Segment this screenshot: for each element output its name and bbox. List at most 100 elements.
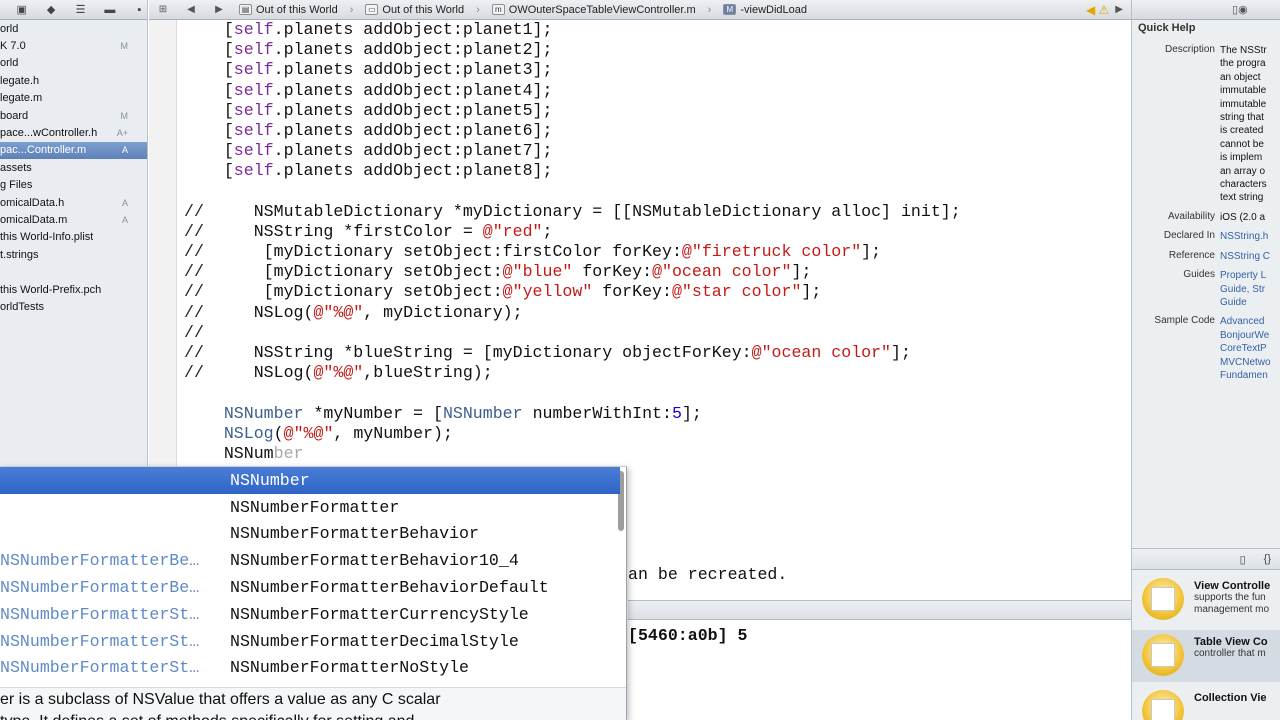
code-line[interactable]: [self.planets addObject:planet3]; [184,60,961,80]
diamond-icon[interactable]: ◆ [43,3,58,16]
navigator-item-label: omicalData.m [0,213,68,226]
breadcrumb-file[interactable]: m OWOuterSpaceTableViewController.m › [486,4,718,16]
navigator-item[interactable]: g Files [0,177,147,194]
quick-help-value[interactable]: NSString.h [1220,230,1268,243]
scm-status-badge: A+ [116,128,128,139]
navigator-item[interactable]: orld [0,55,147,72]
completion-item[interactable]: NSNumberFormatter [0,494,620,521]
quick-help-label: Description [1164,44,1215,55]
navigator-item-label: board [0,109,29,122]
quick-help-value[interactable]: Property L Guide, Str Guide [1220,269,1266,309]
code-line[interactable]: [self.planets addObject:planet8]; [184,161,961,181]
navigator-item[interactable]: omicalData.h A [0,194,147,211]
code-line[interactable]: [self.planets addObject:planet5]; [184,101,961,121]
quick-help-value-line: NSString C [1220,250,1271,262]
quick-help-icon[interactable]: ◉ [1238,3,1248,16]
code-line[interactable] [184,383,961,403]
navigator-item[interactable]: assets [0,159,147,176]
quick-help-value-line: BonjourWe [1220,329,1270,341]
completion-item[interactable]: NSNumberFormatterSt… NSNumberFormatterNoS… [0,655,620,682]
completion-name: NSNumberFormatterCurrencyStyle [230,604,529,624]
completion-description: er is a subclass of NSValue that offers … [0,687,626,720]
code-line[interactable]: [self.planets addObject:planet4]; [184,81,961,101]
quick-help-value-line: is created [1220,125,1264,137]
quick-help-value-line: The NSStr [1220,45,1267,56]
navigator-item[interactable]: orld [0,20,147,37]
navigator-item[interactable]: board M [0,107,147,124]
code-line[interactable]: [self.planets addObject:planet2]; [184,40,961,60]
library-item-text: Table View Co controller that m [1194,630,1268,660]
code-line[interactable]: [self.planets addObject:planet7]; [184,141,961,161]
navigator-item-label: orld [0,22,19,35]
quick-help-value-line: immutable [1220,85,1267,97]
library-item-title: View Controlle [1194,580,1271,592]
navigator-toolbar: ▣ ◆ ☰ ▬ ▪ [0,0,147,20]
code-line[interactable]: // NSString *blueString = [myDictionary … [184,343,961,363]
code-line[interactable]: NSLog(@"%@", myNumber); [184,424,961,444]
forward-icon[interactable]: ▶ [205,4,233,15]
library-item[interactable]: Collection Vie [1132,686,1280,720]
next-issue-icon[interactable]: ▶ [1115,4,1131,15]
library-item[interactable]: View Controlle supports the fun management… [1132,574,1280,626]
back-icon[interactable]: ◀ [177,4,205,15]
completion-item[interactable]: NSNumber [0,467,620,494]
quick-help-value-line: string that [1220,112,1264,124]
navigator-item[interactable]: pace...wController.h A+ [0,124,147,141]
navigator-item[interactable]: K 7.0 M [0,37,147,54]
quick-help-label: Reference [1168,249,1215,261]
navigator-item[interactable]: t.strings [0,246,147,263]
completion-item[interactable]: NSNumberFormatterSt… NSNumberFormatterCur… [0,601,620,628]
quick-help-value[interactable]: NSString C [1220,250,1270,263]
completion-name: NSNumberFormatter [230,497,400,517]
code-line[interactable]: [self.planets addObject:planet6]; [184,121,961,141]
completion-item[interactable]: NSNumberFormatterBe… NSNumberFormatterBeh… [0,574,620,601]
file-template-icon[interactable]: ▯ [1240,553,1246,566]
navigator-item[interactable]: this World-Prefix.pch [0,281,147,298]
breadcrumb-folder[interactable]: ▭ Out of this World › [359,4,485,16]
navigator-item[interactable]: orldTests [0,298,147,315]
code-text[interactable]: [self.planets addObject:planet1]; [self.… [184,20,961,464]
completion-item[interactable]: NSNumberFormatterBe… NSNumberFormatterBeh… [0,547,620,574]
code-line[interactable]: // [184,323,961,343]
navigator-item-label: pac...Controller.m [0,144,87,157]
current-typing-line[interactable]: NSNumber [184,444,961,464]
scm-status-badge: A [121,214,128,225]
code-line[interactable]: // [myDictionary setObject:firstColor fo… [184,242,961,262]
code-line[interactable]: [self.planets addObject:planet1]; [184,20,961,40]
folder-icon: ▭ [365,4,379,15]
library-item[interactable]: Table View Co controller that m [1132,630,1280,682]
navigator-item[interactable]: omicalData.m A [0,211,147,228]
warning-icon[interactable]: ◀ ⚠ [1086,3,1115,17]
library-item-text: Collection Vie [1194,686,1267,716]
completion-item[interactable]: NSNumberFormatterSt… NSNumberFormatterDec… [0,628,620,655]
comment-icon[interactable]: ▪ [132,4,147,16]
code-line[interactable]: // NSString *firstColor = @"red"; [184,222,961,242]
list-icon[interactable]: ☰ [73,3,88,16]
library-item-text: View Controlle supports the fun management… [1194,574,1270,616]
completion-type: NSNumberFormatterSt… [0,658,200,678]
debug-bar [628,600,1131,620]
code-line[interactable]: // [myDictionary setObject:@"yellow" for… [184,282,961,302]
navigator-item[interactable]: legate.m [0,90,147,107]
navigator-item[interactable]: pac...Controller.m A [0,141,147,160]
completion-name: NSNumberFormatterBehaviorDefault [230,578,549,598]
breadcrumb-method[interactable]: M -viewDidLoad [717,4,813,16]
code-line[interactable]: // NSLog(@"%@", myDictionary); [184,303,961,323]
toggle-icon[interactable]: ▬ [102,4,117,16]
quick-help-value[interactable]: Advanced BonjourWe CoreTextP MVCNetwo Fundam… [1220,315,1271,382]
code-line[interactable]: // NSLog(@"%@",blueString); [184,363,961,383]
quick-help-value-line: Advanced [1220,316,1265,328]
library-item-desc: controller that m [1194,648,1266,659]
folder-icon[interactable]: ▣ [14,3,29,16]
completion-item[interactable]: NSNumberFormatterBehavior [0,521,620,548]
related-items-icon[interactable]: ⊞ [149,4,177,15]
braces-icon[interactable]: {} [1264,553,1271,565]
navigator-item[interactable]: legate.h [0,72,147,89]
navigator-item[interactable] [0,263,147,280]
navigator-item[interactable]: this World-Info.plist [0,229,147,246]
code-line[interactable]: NSNumber *myNumber = [NSNumber numberWit… [184,404,961,424]
code-line[interactable]: // [myDictionary setObject:@"blue" forKe… [184,262,961,282]
code-line[interactable]: // NSMutableDictionary *myDictionary = [… [184,202,961,222]
breadcrumb-project[interactable]: ▤ Out of this World › [233,4,359,16]
code-line[interactable] [184,182,961,202]
